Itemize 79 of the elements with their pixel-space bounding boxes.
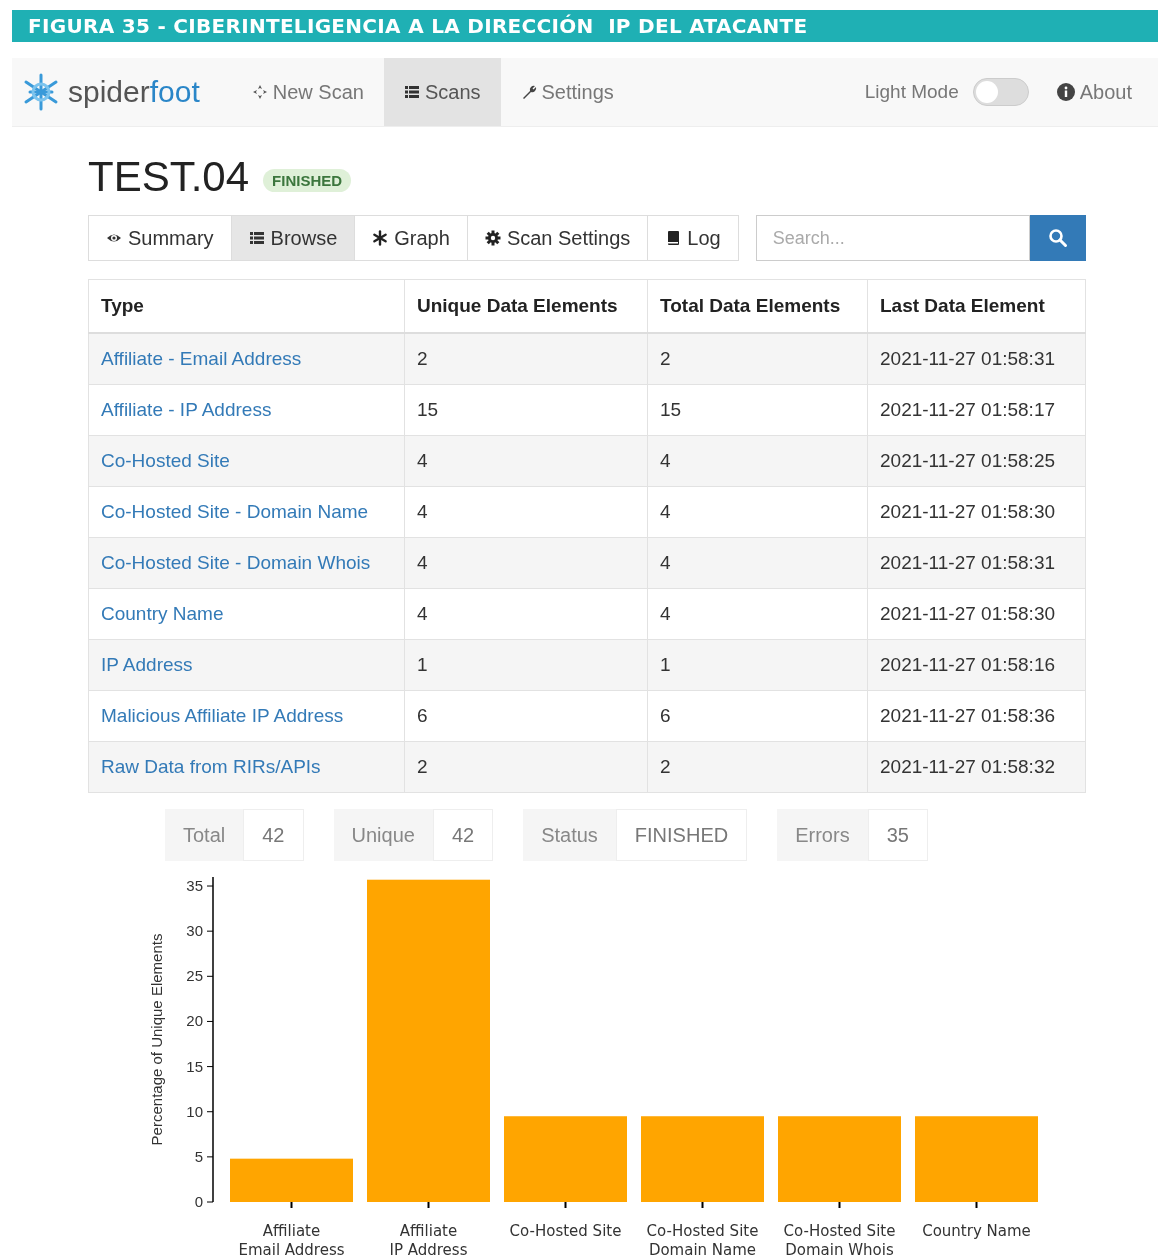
scan-title: TEST.04 (88, 153, 250, 201)
nav-item[interactable]: New Scan (231, 58, 384, 126)
y-tick-label: 15 (186, 1057, 203, 1075)
table-cell: 1 (647, 639, 868, 691)
x-tick-label: Affiliate IP Address (389, 1222, 468, 1257)
table-cell: 15 (647, 384, 868, 436)
search-button[interactable] (1030, 215, 1086, 261)
book-icon (665, 230, 682, 246)
nav-item[interactable]: Scans (383, 58, 501, 126)
stat-label: Status (523, 809, 616, 861)
stat-label: Unique (333, 809, 433, 861)
asterisk-icon (372, 230, 389, 246)
table-cell: 2021-11-27 01:58:36 (867, 690, 1086, 742)
tab[interactable]: Scan Settings (466, 215, 649, 261)
type-link[interactable]: Co-Hosted Site (101, 450, 230, 471)
move-icon (251, 84, 268, 100)
toggle-switch[interactable] (972, 78, 1029, 106)
stat-value: FINISHED (615, 809, 748, 861)
table-cell: 4 (647, 537, 868, 589)
x-tick-label: Country Name (922, 1222, 1031, 1240)
y-tick-label: 5 (194, 1147, 203, 1165)
table-cell: 1 (404, 639, 648, 691)
stat-value: 42 (243, 809, 304, 861)
table-cell: 6 (404, 690, 648, 742)
x-tick-label: Co-Hosted Site (509, 1222, 622, 1240)
y-tick-label: 35 (186, 877, 203, 895)
table-cell: 4 (404, 486, 648, 538)
tab[interactable]: Graph (354, 215, 468, 261)
list-icon (248, 230, 265, 246)
nav-item[interactable]: Settings (500, 58, 634, 126)
stat-label: Errors (777, 809, 868, 861)
light-mode-label: Light Mode (864, 80, 959, 104)
y-tick-label: 25 (186, 967, 203, 985)
table-cell: 15 (404, 384, 648, 436)
table-cell: 2021-11-27 01:58:31 (867, 333, 1086, 385)
table-cell: 2 (647, 333, 868, 385)
x-tick-label: Co-Hosted Site Domain Name (646, 1222, 759, 1257)
tab[interactable]: Summary (88, 215, 232, 261)
table-cell: 2021-11-27 01:58:30 (867, 486, 1086, 538)
search-icon (1048, 228, 1068, 248)
table-cell: 2021-11-27 01:58:31 (867, 537, 1086, 589)
table-cell: 2 (404, 333, 648, 385)
tab[interactable]: Log (647, 215, 739, 261)
table-cell: 2 (647, 741, 868, 793)
list-icon (403, 84, 420, 100)
tab[interactable]: Browse (230, 215, 356, 261)
brand-name: spiderfoot (68, 75, 200, 109)
gear-icon (484, 230, 501, 246)
y-axis-label: Percentage of Unique Elements (148, 933, 165, 1146)
info-icon (1056, 83, 1075, 101)
table-cell: 2021-11-27 01:58:32 (867, 741, 1086, 793)
y-tick-label: 10 (186, 1102, 203, 1120)
about-link[interactable]: About (1050, 58, 1138, 126)
table-cell: 4 (404, 588, 648, 640)
status-badge: FINISHED (263, 168, 352, 192)
search-field[interactable]: Search... (755, 215, 1030, 261)
table-cell: 4 (647, 486, 868, 538)
table-cell: 2021-11-27 01:58:25 (867, 435, 1086, 487)
y-tick-label: 0 (194, 1193, 203, 1210)
type-link[interactable]: Country Name (101, 603, 224, 624)
stat-value: 35 (867, 809, 928, 861)
table-cell: 2021-11-27 01:58:17 (867, 384, 1086, 436)
table-cell: 6 (647, 690, 868, 742)
table-cell: 4 (647, 435, 868, 487)
stat-value: 42 (432, 809, 494, 861)
x-tick-label: Affiliate Email Address (238, 1222, 345, 1257)
table-cell: 4 (404, 537, 648, 589)
y-tick-label: 20 (186, 1012, 203, 1030)
table-cell: 2021-11-27 01:58:30 (867, 588, 1086, 640)
table-cell: 2021-11-27 01:58:16 (867, 639, 1086, 691)
stat-label: Total (165, 809, 244, 861)
spider-logo-icon (22, 72, 60, 112)
type-link[interactable]: IP Address (101, 654, 193, 675)
table-cell: 4 (647, 588, 868, 640)
figure-caption: FIGURA 35 - CIBERINTELIGENCIA A LA DIRECCIÓN IP DEL ATACANTE (12, 10, 1158, 42)
x-tick-label: Co-Hosted Site Domain Whois (783, 1222, 896, 1257)
table-cell: 4 (404, 435, 648, 487)
y-tick-label: 30 (186, 922, 203, 940)
table-cell: 2 (404, 741, 648, 793)
